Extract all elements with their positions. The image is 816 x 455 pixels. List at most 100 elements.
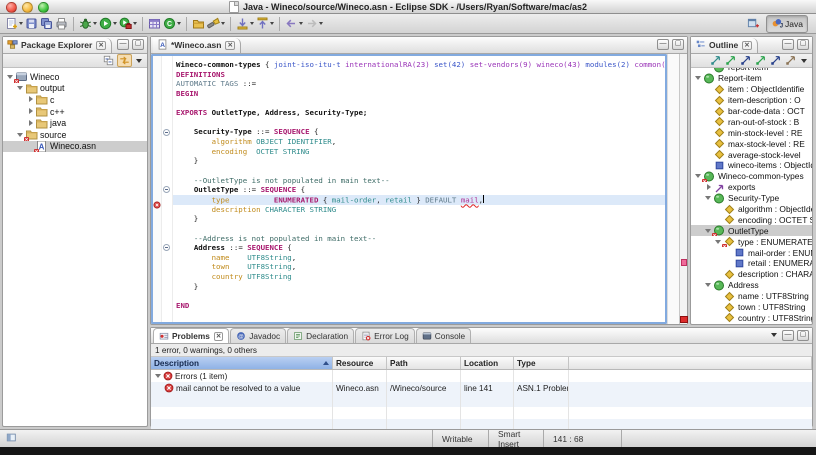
minimize-window-button[interactable] [22,2,33,13]
save-button[interactable] [24,14,39,33]
tab-declaration[interactable]: Declaration [287,328,354,343]
problems-error-row[interactable]: mail cannot be resolved to a valueWineco… [151,382,812,394]
dropdown-arrow-icon[interactable] [250,22,254,25]
new-button[interactable] [4,14,24,33]
tree-item[interactable]: retail : ENUMERAT [691,258,812,269]
java-perspective-button[interactable]: J Java [766,15,808,33]
dropdown-arrow-icon[interactable] [133,22,137,25]
tree-item[interactable]: country : UTF8String [691,312,812,323]
dropdown-arrow-icon[interactable] [299,22,303,25]
text-editor[interactable]: Wineco-common-types { joint-iso-itu-t in… [151,54,667,324]
code-line[interactable]: AUTOMATIC TAGS ::= [176,79,665,89]
tab-problems[interactable]: Problems✕ [153,328,229,343]
tab-outline[interactable]: Outline ✕ [691,38,758,53]
new-java-project-button[interactable] [147,14,162,33]
code-line[interactable]: description CHARACTER STRING [176,205,665,215]
open-element-button[interactable] [191,14,206,33]
tree-item[interactable]: Address [691,280,812,291]
external-tools-button[interactable] [118,14,138,33]
tree-item[interactable]: item-description : O [691,95,812,106]
code-line[interactable]: country UTF8String [176,272,665,282]
close-icon[interactable]: ✕ [214,332,223,341]
tree-item[interactable]: Security-Type [691,193,812,204]
error-marker-icon[interactable] [153,196,161,204]
code-line[interactable]: Security-Type ::= SEQUENCE { [176,127,665,137]
link-with-editor-button[interactable] [117,54,132,67]
code-area[interactable]: Wineco-common-types { joint-iso-itu-t in… [173,56,665,322]
last-edit-location-button[interactable] [235,14,255,33]
tree-item[interactable]: java [3,117,147,129]
code-line[interactable]: OutletType ::= SEQUENCE { [176,185,665,195]
tab-javadoc[interactable]: @Javadoc [230,328,286,343]
tab-package-explorer[interactable]: Package Explorer ✕ [3,38,112,53]
view-menu-icon[interactable] [771,333,777,337]
tree-item[interactable]: output [3,83,147,95]
tab-wineco-asn[interactable]: A *Wineco.asn ✕ [153,38,241,53]
tree-item[interactable]: ✕OutletType [691,225,812,236]
folding-gutter[interactable] [162,56,173,322]
code-line[interactable] [176,99,665,109]
run-button[interactable] [98,14,118,33]
code-line[interactable] [176,166,665,176]
fast-view-icon[interactable] [6,430,17,448]
tree-item[interactable]: c++ [3,106,147,118]
overview-ruler[interactable] [679,54,687,324]
hide-fields-icon[interactable] [724,55,737,66]
minimize-editor-button[interactable]: — [657,39,669,50]
close-icon[interactable]: ✕ [742,41,751,50]
code-line[interactable] [176,291,665,301]
maximize-editor-button[interactable]: ▢ [672,39,684,50]
hide-types-icon[interactable] [739,55,752,66]
view-menu-icon[interactable] [136,59,142,63]
tab-error-log[interactable]: Error Log [355,328,415,343]
column-header-type[interactable]: Type [514,357,569,369]
hide-exports-icon[interactable] [784,55,797,66]
code-line[interactable]: name UTF8String, [176,253,665,263]
minimize-view-button[interactable]: — [782,330,794,341]
editor-scrollbar[interactable] [667,54,679,324]
close-icon[interactable]: ✕ [96,41,105,50]
tree-item[interactable]: exports [691,182,812,193]
print-button[interactable] [54,14,69,33]
overview-error-indicator[interactable] [680,316,688,324]
dropdown-arrow-icon[interactable] [221,22,225,25]
close-icon[interactable]: ✕ [225,41,234,50]
tree-item[interactable]: algorithm : ObjectIde [691,204,812,215]
forward-button[interactable] [304,14,324,33]
tree-item[interactable]: ✕Wineco [3,71,147,83]
code-line[interactable]: Address ::= SEQUENCE { [176,243,665,253]
tree-item[interactable]: wineco-items : ObjectId [691,160,812,171]
code-line[interactable] [176,224,665,234]
open-perspective-button[interactable] [743,16,763,32]
view-menu-icon[interactable] [801,59,807,63]
tree-item[interactable]: town : UTF8String [691,302,812,313]
code-line[interactable]: encoding OCTET STRING [176,147,665,157]
fold-collapse-icon[interactable] [163,244,170,251]
code-line[interactable]: --Address is not populated in main text-… [176,234,665,244]
code-line[interactable]: --OutletType is not populated in main te… [176,176,665,186]
tree-item[interactable]: item : ObjectIdentifie [691,84,812,95]
problems-group-row[interactable]: Errors (1 item) [151,370,812,382]
code-line[interactable]: algorithm OBJECT IDENTIFIER, [176,137,665,147]
column-header-resource[interactable]: Resource [333,357,387,369]
new-class-button[interactable]: C [162,14,182,33]
code-line[interactable]: DEFINITIONS [176,70,665,80]
code-line[interactable]: } [176,214,665,224]
minimize-view-button[interactable]: — [782,39,794,50]
back-button[interactable] [284,14,304,33]
tree-item[interactable]: ran-out-of-stock : B [691,116,812,127]
code-line[interactable]: Wineco-common-types { joint-iso-itu-t in… [176,60,665,70]
dropdown-arrow-icon[interactable] [19,22,23,25]
zoom-window-button[interactable] [38,2,49,13]
search-button[interactable] [206,14,226,33]
dropdown-arrow-icon[interactable] [93,22,97,25]
sort-icon[interactable] [709,55,722,66]
hide-values-icon[interactable] [754,55,767,66]
tree-item[interactable]: bar-code-data : OCT [691,106,812,117]
code-line[interactable] [176,118,665,128]
column-header-description[interactable]: Description [151,357,333,369]
column-header-path[interactable]: Path [387,357,461,369]
tree-item[interactable]: A✕Wineco.asn [3,141,147,153]
empty-row[interactable] [151,394,812,406]
empty-row[interactable] [151,407,812,419]
